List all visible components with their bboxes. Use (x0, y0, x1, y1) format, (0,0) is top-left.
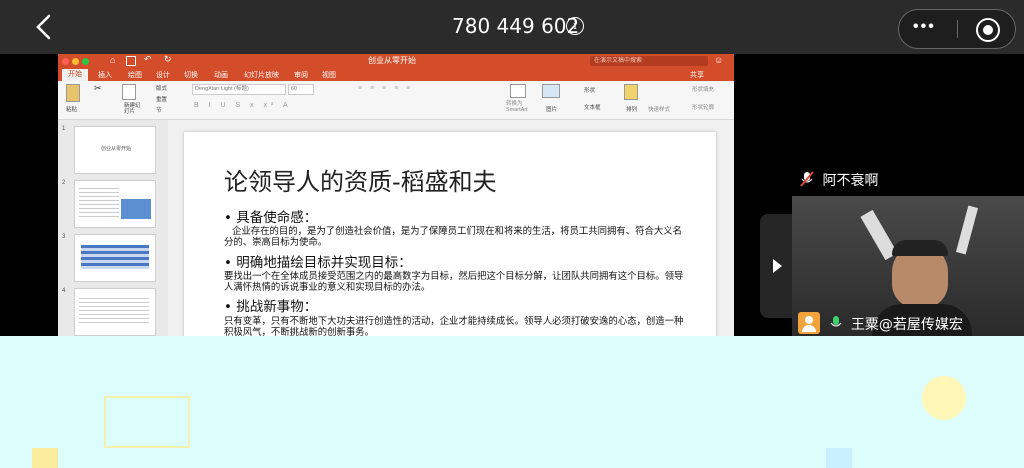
shapes-button[interactable]: 形状 (584, 86, 595, 94)
new-slide-label: 新建幻灯片 (124, 103, 141, 115)
window-zoom-dot[interactable] (82, 58, 89, 65)
active-speaker-label: 阿不衰啊 (800, 170, 878, 190)
thumb-number: 2 (62, 180, 66, 186)
tab-slideshow[interactable]: 幻灯片放映 (244, 70, 279, 80)
home-icon[interactable]: ⌂ (110, 55, 115, 65)
thumb-number: 1 (62, 126, 66, 132)
shape-fill-button[interactable]: 形状填充 (692, 85, 714, 93)
faded-avatar-icon (32, 448, 58, 468)
thumb-table (81, 245, 149, 269)
font-name-select[interactable]: DengXian Light (标题) (192, 84, 286, 95)
slide-thumbnail-2[interactable] (74, 180, 156, 228)
ppt-ribbon: 粘贴 ✂ 新建幻灯片 版式 重置 节 DengXian Light (标题) 6… (58, 81, 734, 120)
video-name-label: 王粟@若屋传媒宏 (798, 312, 963, 334)
shape-outline-button[interactable]: 形状轮廓 (692, 103, 714, 111)
ppt-search-input[interactable]: 在演示文稿中搜索 (590, 56, 708, 66)
bullet-body: 要找出一个在全体成员接受范围之内的最高数字为目标，然后把这个目标分解，让团队共同… (224, 271, 684, 293)
capsule-divider (957, 20, 958, 38)
faded-avatar-icon (826, 448, 852, 468)
participant-hair (892, 240, 948, 256)
section-button[interactable]: 节 (156, 106, 162, 114)
slide-thumbnail-pane: 1 创业从零开始 2 3 4 (58, 120, 168, 336)
undo-icon[interactable]: ↶ (144, 54, 152, 65)
bullet-heading: • 具备使命感： (224, 210, 318, 226)
thumb-number: 4 (62, 288, 66, 294)
paste-label: 粘贴 (66, 107, 78, 113)
tab-draw[interactable]: 绘图 (128, 70, 142, 80)
slide-thumbnail-1[interactable]: 创业从零开始 (74, 126, 156, 174)
redo-icon[interactable]: ↻ (164, 54, 172, 65)
thumb-title: 创业从零开始 (101, 146, 132, 152)
next-page-button[interactable] (760, 214, 792, 318)
play-arrow-icon (773, 259, 782, 273)
tab-review[interactable]: 审阅 (294, 70, 308, 80)
window-close-dot[interactable] (62, 58, 69, 65)
avatar-icon (798, 312, 820, 334)
tab-animations[interactable]: 动画 (214, 70, 228, 80)
bullet-body: 企业存在的目的，是为了创造社会价值，是为了保障员工们现在和将来的生活，将员工共同… (224, 226, 683, 248)
slide-title: 论领导人的资质-稻盛和夫 (224, 168, 497, 196)
thumb-text-lines (79, 295, 149, 325)
arrange-label: 排列 (626, 107, 638, 113)
picture-label: 图片 (546, 107, 558, 113)
tab-home[interactable]: 开始 (62, 69, 88, 81)
bullet-heading: • 挑战新事物： (224, 299, 318, 315)
ppt-ribbon-tabs: 开始 插入 绘图 设计 切换 动画 幻灯片放映 审阅 视图 共享 (58, 68, 734, 81)
paste-icon[interactable] (66, 84, 80, 102)
mic-muted-icon (800, 171, 818, 189)
close-target-icon[interactable] (976, 18, 1000, 42)
speaker-name: 阿不衰啊 (822, 173, 879, 189)
shared-screen-powerpoint: ⌂ ↶ ↻ 创业从零开始 在演示文稿中搜索 ☺ 开始 插入 绘图 设计 切换 动… (58, 54, 734, 336)
font-size-select[interactable]: 60 (288, 84, 314, 95)
back-arrow-icon[interactable] (28, 10, 62, 44)
meeting-id: 780 449 602 (452, 14, 580, 38)
mic-icon (826, 316, 847, 333)
tab-insert[interactable]: 插入 (98, 70, 112, 80)
bullet-heading: • 明确地描绘目标并实现目标： (224, 255, 412, 271)
paragraph-buttons[interactable]: ≡ ≡ ≡ ≡ ≡ (358, 85, 413, 92)
thumb-text-lines (79, 185, 119, 219)
convert-smartart-label: 转换为 SmartArt (506, 101, 528, 113)
top-bar: 780 449 602 i ••• (0, 0, 1024, 54)
smiley-icon[interactable]: ☺ (714, 55, 723, 65)
arrange-icon[interactable] (624, 84, 638, 100)
slide-thumbnail-3[interactable] (74, 234, 156, 282)
reset-button[interactable]: 重置 (156, 95, 167, 103)
ppt-document-title: 创业从零开始 (368, 56, 416, 65)
save-icon[interactable] (126, 56, 136, 66)
quick-styles-label[interactable]: 快速样式 (648, 105, 670, 113)
mini-program-capsule: ••• (898, 9, 1016, 49)
window-minimize-dot[interactable] (72, 58, 79, 65)
cut-icon[interactable]: ✂ (94, 83, 102, 94)
layout-button[interactable]: 版式 (156, 84, 167, 92)
tab-transitions[interactable]: 切换 (184, 70, 198, 80)
bullet-body: 只有变革，只有不断地下大功夫进行创造性的活动，企业才能持续成长。领导人必须打破安… (224, 316, 684, 336)
faded-sticker (922, 376, 966, 420)
ppt-title-bar: ⌂ ↶ ↻ 创业从零开始 在演示文稿中搜索 ☺ (58, 54, 734, 68)
more-button[interactable]: ••• (913, 18, 936, 36)
tab-view[interactable]: 视图 (322, 70, 336, 80)
smartart-icon[interactable] (510, 84, 526, 98)
tab-design[interactable]: 设计 (156, 70, 170, 80)
thumb-number: 3 (62, 234, 66, 240)
thumb-image (121, 199, 151, 219)
participant-name: 王粟@若屋传媒宏 (850, 317, 963, 333)
bottom-panel (0, 336, 1024, 468)
faded-frame (104, 396, 190, 448)
picture-icon[interactable] (542, 84, 560, 98)
share-button[interactable]: 共享 (690, 70, 704, 80)
new-slide-icon[interactable] (122, 84, 136, 100)
font-style-buttons[interactable]: B I U S x x² A (194, 102, 292, 109)
slide-canvas[interactable]: 论领导人的资质-稻盛和夫 • 具备使命感： 企业存在的目的，是为了创造社会价值，… (184, 132, 716, 336)
textbox-button[interactable]: 文本框 (584, 103, 601, 111)
slide-thumbnail-4[interactable] (74, 288, 156, 336)
info-icon[interactable]: i (566, 17, 584, 35)
